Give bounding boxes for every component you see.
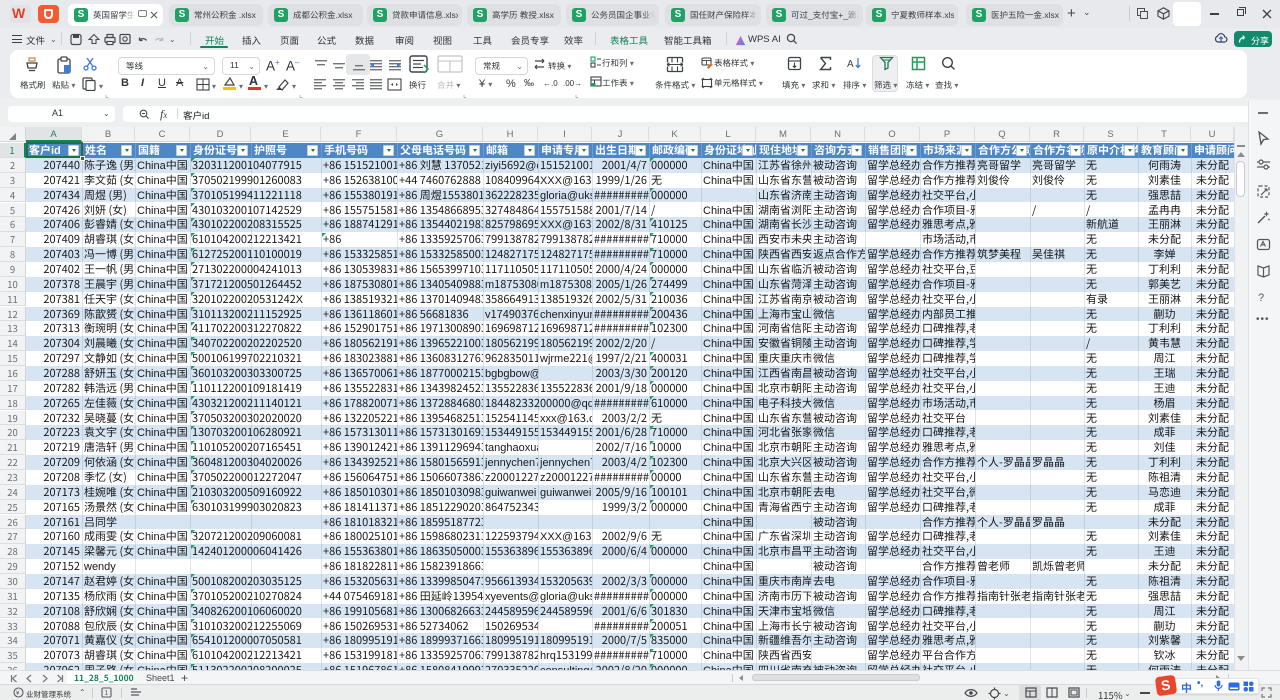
svg-text:¥: ¥ [16,691,20,697]
svg-text:1: 1 [104,690,108,697]
svg-text:A: A [847,59,854,70]
